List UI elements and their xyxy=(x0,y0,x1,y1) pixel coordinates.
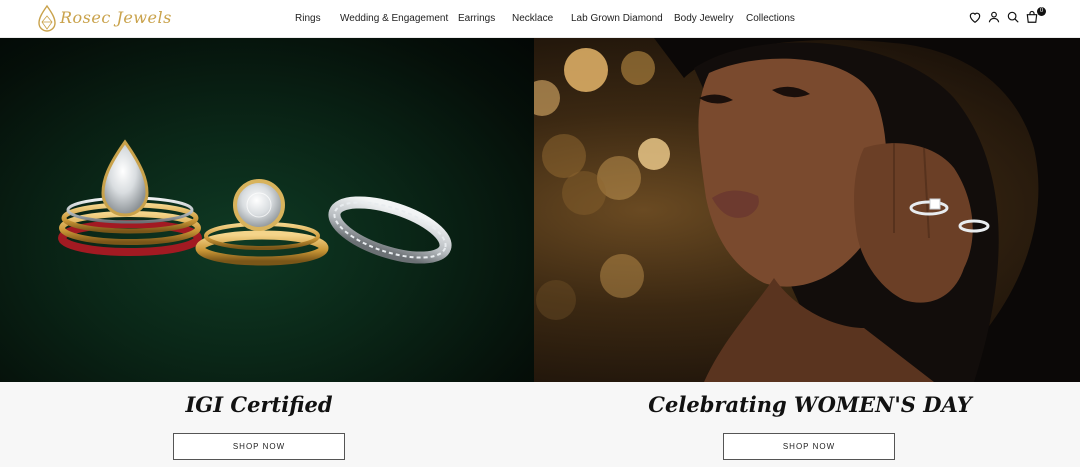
nav-item-wedding-engagement[interactable]: Wedding & Engagement xyxy=(340,13,448,24)
header-icons: 0 xyxy=(968,7,1048,28)
hero-left-title: IGI Certified xyxy=(185,392,333,417)
hero-right-title: Celebrating WOMEN'S DAY xyxy=(648,392,972,417)
nav-item-body-jewelry[interactable]: Body Jewelry xyxy=(674,13,733,24)
site-header: Rosec Jewels Rings Wedding & Engagement … xyxy=(0,0,1080,38)
shopping-bag-icon[interactable]: 0 xyxy=(1025,7,1046,26)
hero-image-rings[interactable] xyxy=(0,38,534,382)
nav-item-rings[interactable]: Rings xyxy=(295,13,321,24)
nav-item-collections[interactable]: Collections xyxy=(746,13,795,24)
nav-item-earrings[interactable]: Earrings xyxy=(458,13,495,24)
user-icon[interactable] xyxy=(987,10,1003,26)
shop-now-button-igi[interactable]: SHOP NOW xyxy=(173,433,345,460)
heart-icon[interactable] xyxy=(968,10,984,26)
hero-image-womens-day[interactable] xyxy=(534,38,1080,382)
cart-count-badge: 0 xyxy=(1037,7,1046,16)
search-icon[interactable] xyxy=(1006,10,1022,26)
nav-item-lab-grown-diamond[interactable]: Lab Grown Diamond xyxy=(571,13,663,24)
main-nav: Rings Wedding & Engagement Earrings Neck… xyxy=(0,0,1080,38)
portrait-illustration xyxy=(534,38,1080,382)
rings-illustration xyxy=(58,139,452,266)
shop-now-button-womens-day[interactable]: SHOP NOW xyxy=(723,433,895,460)
nav-item-necklace[interactable]: Necklace xyxy=(512,13,553,24)
